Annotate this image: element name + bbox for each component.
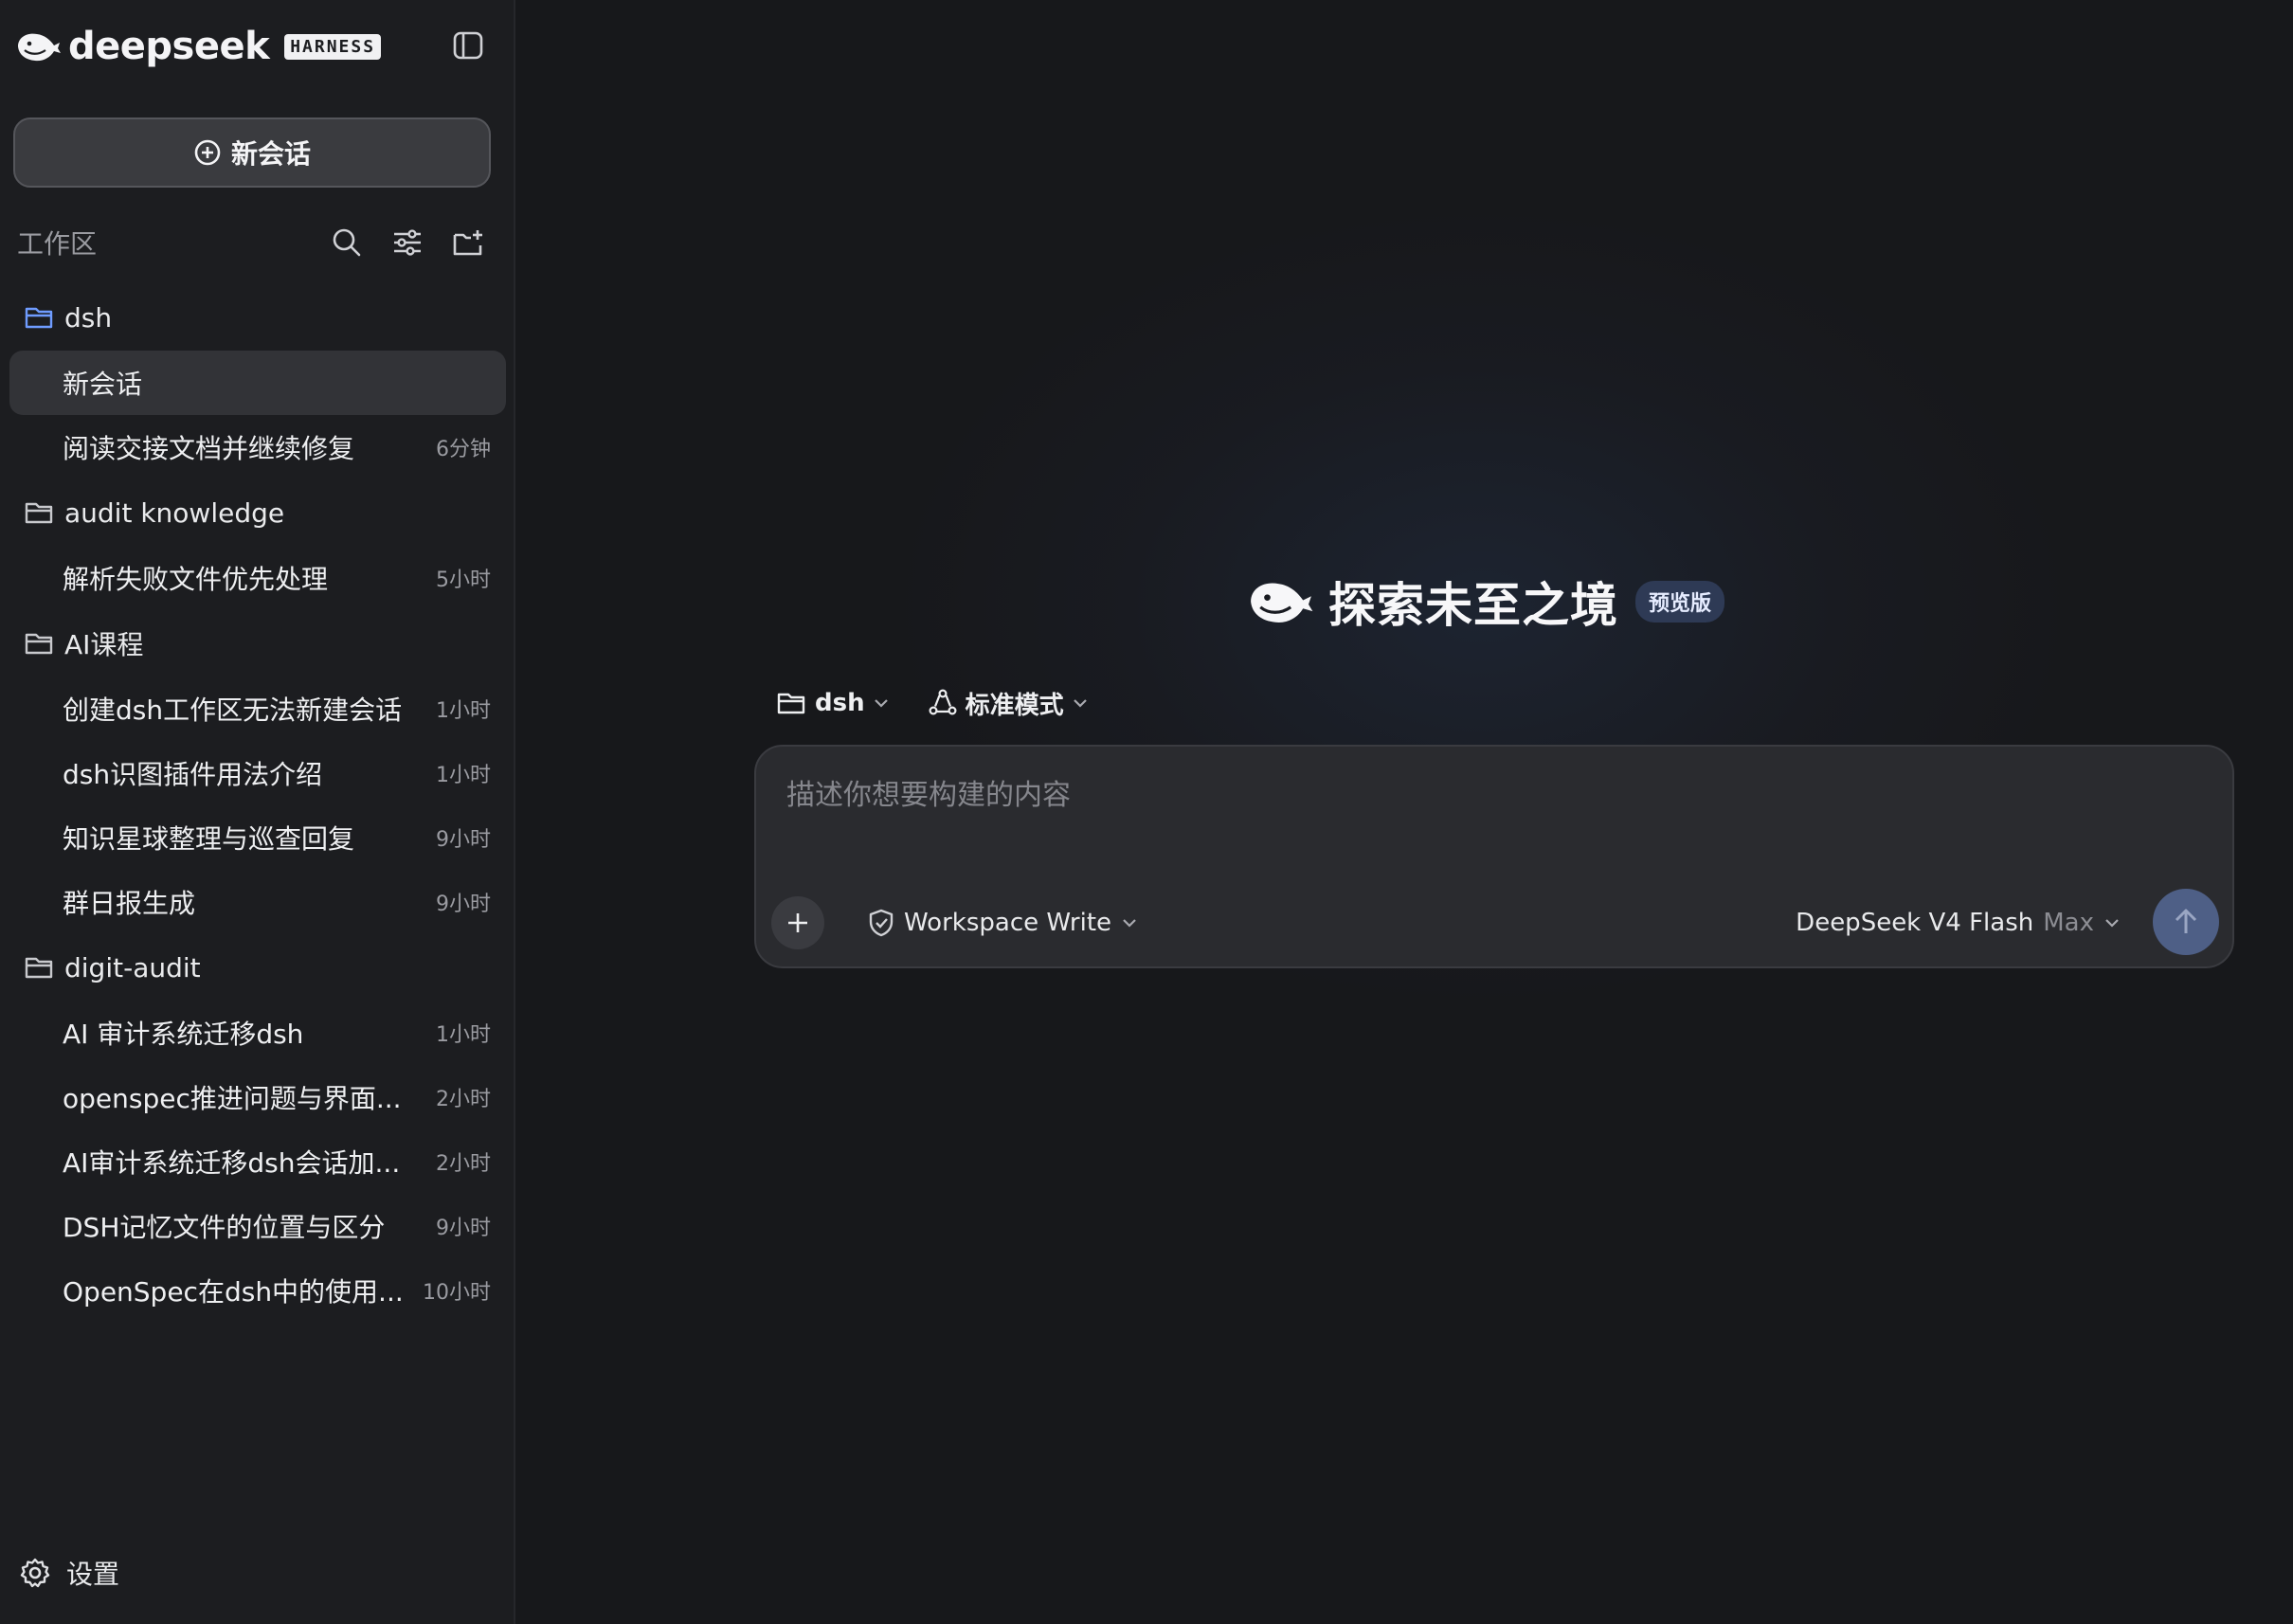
chevron-down-icon — [2105, 919, 2119, 928]
hero-title: 探索未至之境 — [1328, 578, 1618, 633]
workspace-title: 工作区 — [17, 228, 98, 260]
workspace-selector-label: dsh — [815, 689, 865, 717]
session-title: 创建dsh工作区无法新建会话 — [63, 695, 403, 726]
mode-selector[interactable]: 标准模式 — [928, 686, 1089, 721]
context-selectors: dsh 标准模式 — [777, 680, 1127, 726]
session-item[interactable]: dsh识图插件用法介绍 1小时 — [9, 741, 506, 805]
workspace-selector[interactable]: dsh — [777, 689, 890, 717]
session-title: 知识星球整理与巡查回复 — [63, 823, 355, 855]
session-time: 9小时 — [436, 1217, 491, 1240]
send-button[interactable] — [2153, 889, 2219, 955]
workspace-tree: dsh 新会话 阅读交接文档并继续修复 6分钟 audit knowledge … — [0, 284, 515, 1323]
settings-button[interactable]: 设置 — [19, 1550, 119, 1596]
folder-ai-course[interactable]: AI课程 — [0, 610, 515, 677]
folder-open-icon — [25, 307, 53, 329]
permission-label: Workspace Write — [904, 909, 1112, 937]
chevron-down-icon — [1123, 919, 1136, 928]
new-folder-button[interactable] — [445, 220, 491, 265]
session-item[interactable]: 知识星球整理与巡查回复 9小时 — [9, 805, 506, 870]
folder-icon — [777, 693, 805, 714]
session-title: 群日报生成 — [63, 888, 196, 919]
plus-icon — [788, 913, 807, 932]
session-item[interactable]: 解析失败文件优先处理 5小时 — [9, 546, 506, 610]
model-name: DeepSeek V4 Flash — [1796, 909, 2034, 937]
filter-button[interactable] — [385, 220, 430, 265]
logo-text: deepseek — [68, 25, 270, 68]
new-chat-button[interactable]: 新会话 — [13, 117, 491, 188]
new-chat-label: 新会话 — [230, 138, 311, 170]
session-title: AI审计系统迁移dsh会话加... — [63, 1147, 401, 1179]
folder-icon — [25, 633, 53, 655]
session-time: 2小时 — [436, 1152, 491, 1176]
folder-name: AI课程 — [64, 629, 144, 660]
plus-circle-icon — [194, 139, 221, 166]
folder-name: audit knowledge — [64, 496, 285, 529]
session-item[interactable]: 创建dsh工作区无法新建会话 1小时 — [9, 677, 506, 741]
mode-selector-label: 标准模式 — [965, 691, 1064, 720]
shield-icon — [869, 909, 894, 937]
folder-audit-knowledge[interactable]: audit knowledge — [0, 479, 515, 546]
attach-button[interactable] — [771, 896, 824, 949]
session-item[interactable]: 阅读交接文档并继续修复 6分钟 — [9, 415, 506, 479]
hero-heading: 探索未至之境 预览版 — [1245, 567, 1725, 637]
chevron-down-icon — [1073, 699, 1087, 708]
sidebar-toggle-button[interactable] — [449, 27, 487, 64]
session-time: 6分钟 — [436, 438, 491, 461]
session-title: dsh识图插件用法介绍 — [63, 759, 323, 790]
workspace-header: 工作区 — [17, 218, 491, 267]
session-title: OpenSpec在dsh中的使用... — [63, 1276, 404, 1308]
session-time: 5小时 — [436, 568, 491, 592]
folder-icon — [25, 502, 53, 524]
whale-logo-icon — [1251, 583, 1313, 623]
session-item[interactable]: 群日报生成 9小时 — [9, 870, 506, 934]
sidebar: deepseek HARNESS 新会话 工作区 dsh 新会话 阅读交接文档并… — [0, 0, 515, 1624]
session-title: DSH记忆文件的位置与区分 — [63, 1212, 386, 1243]
session-time: 2小时 — [436, 1088, 491, 1111]
prompt-input[interactable] — [785, 769, 2191, 858]
gear-icon — [20, 1558, 50, 1588]
session-item[interactable]: 新会话 — [9, 351, 506, 415]
session-title: AI 审计系统迁移dsh — [63, 1019, 304, 1050]
folder-name: digit-audit — [64, 951, 201, 983]
session-time: 10小时 — [423, 1281, 491, 1305]
folder-digit-audit[interactable]: digit-audit — [0, 934, 515, 1001]
session-title: 新会话 — [63, 369, 143, 400]
session-time: 1小时 — [436, 764, 491, 787]
session-time: 9小时 — [436, 828, 491, 852]
session-time: 1小时 — [436, 1023, 491, 1047]
folder-dsh[interactable]: dsh — [0, 284, 515, 351]
preview-badge: 预览版 — [1635, 581, 1725, 623]
session-item[interactable]: AI 审计系统迁移dsh 1小时 — [9, 1001, 506, 1065]
session-item[interactable]: OpenSpec在dsh中的使用... 10小时 — [9, 1258, 506, 1323]
whale-logo-icon — [18, 33, 61, 62]
chevron-down-icon — [874, 699, 888, 708]
sliders-icon — [394, 229, 421, 256]
search-button[interactable] — [324, 220, 370, 265]
session-item[interactable]: openspec推进问题与界面... 2小时 — [9, 1065, 506, 1129]
search-icon — [333, 228, 361, 257]
session-time: 1小时 — [436, 699, 491, 723]
model-selector[interactable]: DeepSeek V4 Flash Max — [1796, 898, 2121, 947]
session-title: 阅读交接文档并继续修复 — [63, 433, 355, 464]
settings-label: 设置 — [66, 1559, 120, 1590]
session-title: openspec推进问题与界面... — [63, 1083, 402, 1114]
mode-cycle-icon — [929, 689, 957, 715]
model-tier: Max — [2043, 909, 2094, 937]
prompt-composer: Workspace Write DeepSeek V4 Flash Max — [754, 745, 2234, 968]
arrow-up-icon — [2175, 909, 2197, 933]
main-panel: 探索未至之境 预览版 dsh 标准模式 描述你想要构建的内容 Workspace… — [515, 0, 2293, 1624]
permission-selector[interactable]: Workspace Write — [868, 898, 1138, 947]
session-item[interactable]: DSH记忆文件的位置与区分 9小时 — [9, 1194, 506, 1258]
session-item[interactable]: AI审计系统迁移dsh会话加... 2小时 — [9, 1129, 506, 1194]
app-logo: deepseek HARNESS — [15, 21, 382, 72]
session-time: 9小时 — [436, 893, 491, 916]
session-title: 解析失败文件优先处理 — [63, 564, 329, 595]
folder-plus-icon — [453, 230, 482, 256]
sidebar-toggle-icon — [453, 31, 483, 60]
harness-badge: HARNESS — [284, 33, 382, 60]
folder-name: dsh — [64, 301, 113, 334]
folder-icon — [25, 957, 53, 979]
